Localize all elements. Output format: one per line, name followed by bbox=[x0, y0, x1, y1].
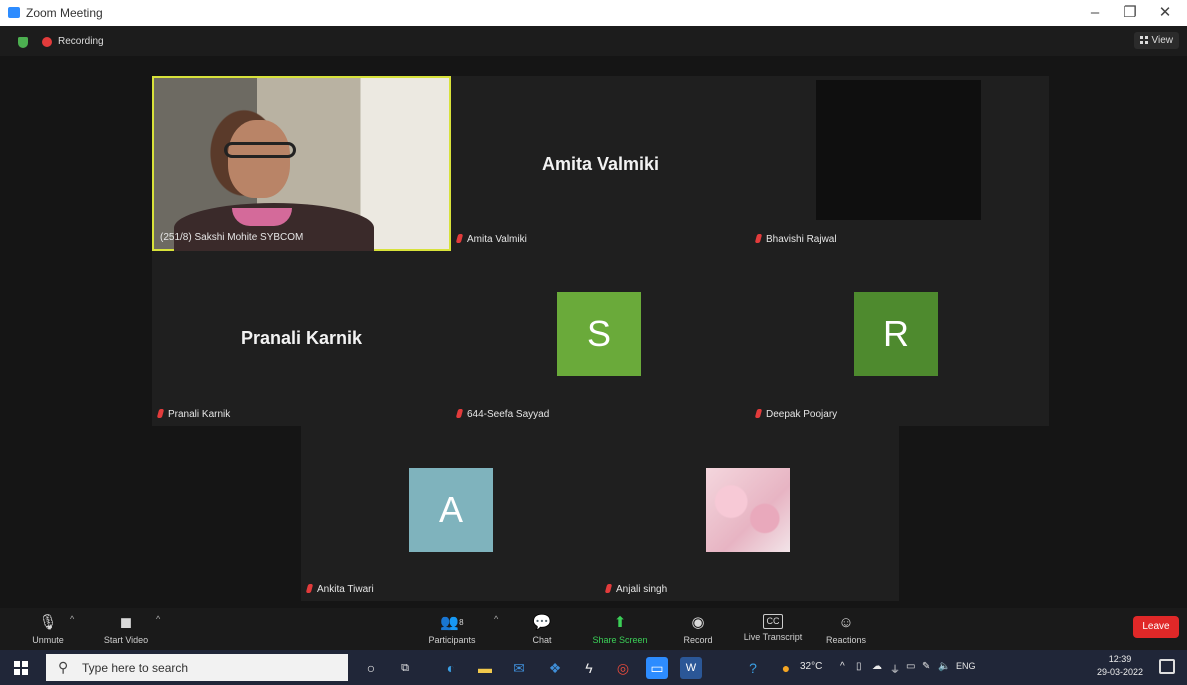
participant-name-label: Ankita Tiwari bbox=[305, 584, 374, 595]
mail-icon[interactable]: ✉ bbox=[508, 657, 530, 679]
maximize-button[interactable]: ❐ bbox=[1115, 2, 1145, 24]
avatar: S bbox=[557, 292, 641, 376]
live-transcript-button[interactable]: CC Live Transcript bbox=[733, 608, 813, 650]
recording-icon bbox=[42, 37, 52, 47]
video-tile-anjali[interactable]: Anjali singh bbox=[600, 426, 899, 601]
temperature-readout[interactable]: 32°C bbox=[800, 661, 822, 672]
participant-video bbox=[816, 80, 981, 220]
file-explorer-icon[interactable]: ▬ bbox=[474, 657, 496, 679]
taskbar-clock[interactable]: 12:39 29-03-2022 bbox=[1097, 653, 1143, 679]
video-tile-pranali[interactable]: Pranali Karnik Pranali Karnik bbox=[152, 251, 451, 426]
network-icon[interactable]: ▭ bbox=[906, 661, 915, 672]
muted-mic-icon bbox=[455, 409, 464, 418]
cortana-icon[interactable]: ○ bbox=[360, 657, 382, 679]
windows-taskbar: ⚲ Type here to search ○ ⧉ ◐ ▬ ✉ ❖ ϟ ◎ ▭ … bbox=[0, 650, 1187, 685]
participant-name-label: Bhavishi Rajwal bbox=[754, 234, 837, 245]
word-icon[interactable]: W bbox=[680, 657, 702, 679]
video-options-caret-icon[interactable]: ^ bbox=[156, 614, 160, 624]
profile-picture bbox=[706, 468, 790, 552]
view-button[interactable]: View bbox=[1133, 32, 1179, 49]
share-screen-button[interactable]: ⬆ Share Screen bbox=[580, 608, 660, 650]
show-hidden-icons-chevron-icon[interactable]: ^ bbox=[840, 661, 845, 672]
recording-label: Recording bbox=[58, 36, 104, 47]
onedrive-cloud-icon[interactable]: ☁ bbox=[872, 661, 882, 672]
view-label: View bbox=[1151, 35, 1174, 46]
participants-options-caret-icon[interactable]: ^ bbox=[494, 614, 498, 624]
pen-icon[interactable]: ✎ bbox=[922, 661, 930, 672]
participant-name-label: Pranali Karnik bbox=[156, 409, 230, 420]
weather-sun-icon[interactable]: ● bbox=[775, 657, 797, 679]
input-language[interactable]: ENG bbox=[956, 661, 976, 671]
video-tile-seefa[interactable]: S 644-Seefa Sayyad bbox=[451, 251, 750, 426]
volume-icon[interactable]: 🔈 bbox=[938, 661, 950, 672]
cc-icon: CC bbox=[763, 614, 783, 629]
share-screen-icon: ⬆ bbox=[613, 614, 627, 631]
reactions-icon: ☺ bbox=[838, 614, 854, 631]
video-tile-bhavishi[interactable]: Bhavishi Rajwal bbox=[750, 76, 1049, 251]
avatar: R bbox=[854, 292, 938, 376]
muted-mic-icon bbox=[754, 234, 763, 243]
chat-button[interactable]: 💬 Chat bbox=[502, 608, 582, 650]
video-off-icon: ◼ bbox=[119, 614, 133, 631]
video-tile-ankita[interactable]: A Ankita Tiwari bbox=[301, 426, 600, 601]
participants-icon: 👥8 bbox=[440, 614, 464, 631]
notification-center-icon[interactable] bbox=[1159, 659, 1175, 674]
lightning-app-icon[interactable]: ϟ bbox=[578, 657, 600, 679]
video-tile-amita[interactable]: Amita Valmiki Amita Valmiki bbox=[451, 76, 750, 251]
taskbar-search-box[interactable]: ⚲ Type here to search bbox=[46, 654, 348, 681]
record-button[interactable]: ◉ Record bbox=[658, 608, 738, 650]
video-tile-sakshi[interactable]: (251/8) Sakshi Mohite SYBCOM bbox=[152, 76, 451, 253]
search-placeholder: Type here to search bbox=[82, 661, 189, 675]
record-icon: ◉ bbox=[691, 614, 705, 631]
window-title: Zoom Meeting bbox=[26, 6, 103, 20]
help-icon[interactable]: ? bbox=[742, 657, 764, 679]
muted-mic-icon bbox=[305, 584, 314, 593]
participant-name-label: (251/8) Sakshi Mohite SYBCOM bbox=[160, 232, 304, 243]
close-button[interactable]: ✕ bbox=[1150, 2, 1180, 24]
minimize-button[interactable]: – bbox=[1080, 2, 1110, 24]
avatar: A bbox=[409, 468, 493, 552]
participants-button[interactable]: 👥8 Participants bbox=[412, 608, 492, 650]
video-tile-deepak[interactable]: R Deepak Poojary bbox=[750, 251, 1049, 426]
usb-device-icon[interactable]: ⏚ bbox=[890, 661, 900, 676]
battery-icon[interactable]: ▯ bbox=[856, 661, 862, 672]
participant-name-label: 644-Seefa Sayyad bbox=[455, 409, 549, 420]
chat-icon: 💬 bbox=[532, 614, 552, 631]
muted-mic-icon bbox=[156, 409, 165, 418]
clock-date: 29-03-2022 bbox=[1096, 667, 1143, 677]
edge-browser-icon[interactable]: ◐ bbox=[440, 657, 462, 679]
unmute-button[interactable]: 🎙 Unmute bbox=[8, 608, 88, 650]
chrome-icon[interactable]: ◎ bbox=[612, 657, 634, 679]
participants-count: 8 bbox=[459, 618, 464, 627]
search-icon: ⚲ bbox=[58, 659, 69, 675]
dropbox-icon[interactable]: ❖ bbox=[544, 657, 566, 679]
muted-mic-icon bbox=[604, 584, 613, 593]
participant-display-name: Pranali Karnik bbox=[240, 328, 363, 348]
window-title-bar: Zoom Meeting – ❐ ✕ bbox=[0, 0, 1187, 26]
start-video-button[interactable]: ◼ Start Video bbox=[86, 608, 166, 650]
task-view-icon[interactable]: ⧉ bbox=[394, 657, 416, 679]
participant-name-label: Deepak Poojary bbox=[754, 409, 837, 420]
participant-video bbox=[154, 78, 449, 253]
muted-mic-icon bbox=[455, 234, 464, 243]
clock-time: 12:39 bbox=[1108, 654, 1132, 664]
meeting-area: Recording View (251/8) Sakshi Mohite SYB… bbox=[0, 26, 1187, 608]
shield-icon[interactable] bbox=[18, 37, 28, 48]
participant-display-name: Amita Valmiki bbox=[541, 154, 660, 174]
audio-options-caret-icon[interactable]: ^ bbox=[70, 614, 74, 624]
muted-mic-icon bbox=[754, 409, 763, 418]
zoom-taskbar-icon[interactable]: ▭ bbox=[646, 657, 668, 679]
zoom-app-icon bbox=[8, 7, 20, 18]
grid-view-icon bbox=[1139, 36, 1148, 44]
muted-mic-icon: 🎙 bbox=[38, 614, 58, 631]
windows-start-icon[interactable] bbox=[14, 661, 28, 675]
reactions-button[interactable]: ☺ Reactions bbox=[806, 608, 886, 650]
participant-name-label: Anjali singh bbox=[604, 584, 667, 595]
meeting-top-bar: Recording View bbox=[0, 26, 1187, 56]
meeting-controls: 🎙 Unmute ^ ◼ Start Video ^ 👥8 Participan… bbox=[0, 608, 1187, 650]
leave-button[interactable]: Leave bbox=[1133, 616, 1179, 638]
participant-name-label: Amita Valmiki bbox=[455, 234, 527, 245]
